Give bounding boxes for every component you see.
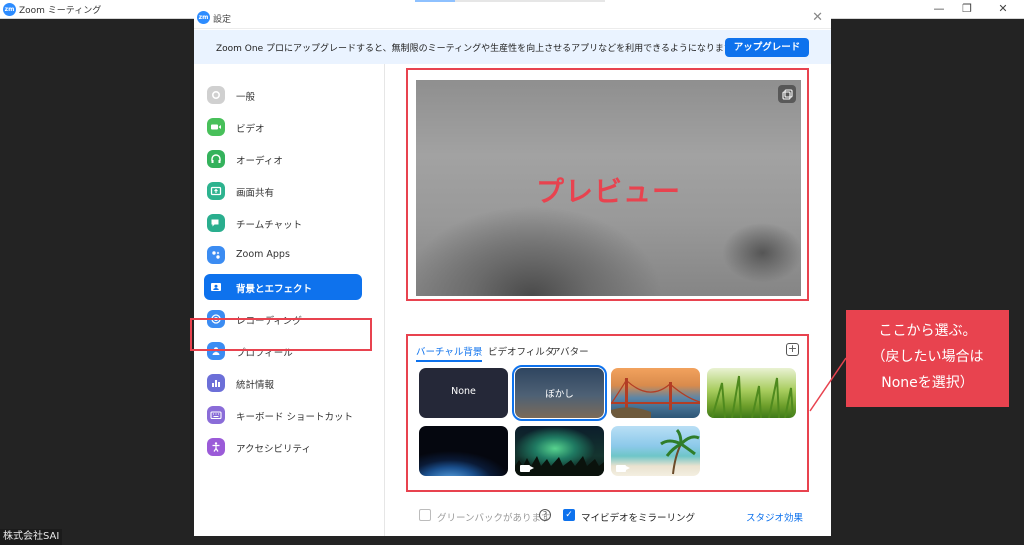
background-effects-panel: プレビュー バーチャル背景 ビデオフィルタ アバター + None ぼかし グリ…: [386, 64, 831, 536]
sidebar-item-label: キーボード ショートカット: [236, 412, 354, 423]
background-thumb-label: ぼかし: [545, 389, 574, 400]
video-icon: [207, 118, 225, 136]
titlebar-accent: [415, 0, 455, 2]
upgrade-banner: Zoom One プロにアップグレードすると、無制限のミーティングや生産性を向上…: [194, 30, 831, 64]
sidebar-item-label: アクセシビリティ: [236, 444, 311, 455]
background-thumb-aurora[interactable]: [515, 426, 604, 476]
sidebar-item-statistics[interactable]: 統計情報: [204, 370, 362, 396]
dialog-close-icon[interactable]: ✕: [812, 10, 823, 25]
annotation-callout: ここから選ぶ。 （戻したい場合は Noneを選択）: [846, 310, 1009, 407]
keyboard-icon: [207, 406, 225, 424]
background-thumb-label: None: [451, 386, 476, 397]
share-screen-icon: [207, 182, 225, 200]
sidebar-item-label: オーディオ: [236, 156, 283, 167]
sidebar-item-zoom-apps[interactable]: Zoom Apps: [204, 242, 362, 268]
annotation-highlight-backgrounds: バーチャル背景 ビデオフィルタ アバター + None ぼかし: [406, 334, 809, 492]
green-screen-label: グリーンバックがあります: [437, 513, 551, 524]
sidebar-item-label: ビデオ: [236, 124, 265, 135]
sidebar-item-label: 統計情報: [236, 380, 275, 391]
help-icon[interactable]: ?: [539, 509, 551, 521]
background-icon: [207, 278, 225, 296]
sidebar-item-label: チームチャット: [236, 220, 303, 231]
tab-video-filters[interactable]: ビデオフィルタ: [488, 344, 554, 358]
background-thumb-blur[interactable]: ぼかし: [512, 365, 607, 421]
annotation-highlight-sidebar: [190, 318, 372, 351]
zoom-logo-icon: zm: [197, 11, 210, 24]
sidebar-item-share-screen[interactable]: 画面共有: [204, 178, 362, 204]
video-background-icon: [520, 465, 534, 472]
background-thumb-none[interactable]: None: [419, 368, 508, 418]
sidebar-item-label: 一般: [236, 92, 256, 103]
annotation-callout-text: ここから選ぶ。 （戻したい場合は Noneを選択）: [871, 323, 984, 391]
upgrade-banner-text: Zoom One プロにアップグレードすると、無制限のミーティングや生産性を向上…: [216, 44, 742, 54]
close-icon[interactable]: ✕: [996, 2, 1010, 16]
settings-sidebar: 一般 ビデオ オーディオ 画面共有 チームチャット Zoom Apps 背景とエ…: [190, 64, 385, 536]
background-thumb-grass[interactable]: [707, 368, 796, 418]
mirror-video-checkbox[interactable]: ✓: [563, 509, 575, 521]
mirror-video-label: マイビデオをミラーリング: [581, 513, 696, 524]
tab-avatars[interactable]: アバター: [551, 344, 589, 358]
bridge-image: [611, 378, 700, 418]
sidebar-item-label: 画面共有: [236, 188, 275, 199]
grass-image: [711, 375, 794, 418]
sidebar-item-background-effects[interactable]: 背景とエフェクト: [204, 274, 362, 300]
video-background-icon: [616, 465, 630, 472]
annotation-highlight-preview: プレビュー: [406, 68, 809, 301]
stats-icon: [207, 374, 225, 392]
sidebar-item-video[interactable]: ビデオ: [204, 114, 362, 140]
sidebar-item-accessibility[interactable]: アクセシビリティ: [204, 434, 362, 460]
dialog-title: 設定: [213, 15, 232, 25]
add-background-icon[interactable]: +: [786, 343, 799, 356]
minimize-icon[interactable]: —: [932, 2, 946, 16]
app-title: Zoom ミーティング: [19, 6, 102, 16]
dialog-titlebar: zm 設定 ✕: [194, 7, 831, 29]
titlebar-accent-light: [455, 0, 605, 2]
background-thumb-earth[interactable]: [419, 426, 508, 476]
sidebar-item-team-chat[interactable]: チームチャット: [204, 210, 362, 236]
headphones-icon: [207, 150, 225, 168]
zoom-logo-icon: zm: [3, 3, 16, 16]
studio-effects-link[interactable]: スタジオ効果: [746, 510, 803, 524]
apps-icon: [207, 246, 225, 264]
chat-icon: [207, 214, 225, 232]
sidebar-item-audio[interactable]: オーディオ: [204, 146, 362, 172]
settings-dialog: zm 設定 ✕ Zoom One プロにアップグレードすると、無制限のミーティン…: [190, 7, 831, 536]
video-preview: プレビュー: [416, 80, 801, 296]
accessibility-icon: [207, 438, 225, 456]
green-screen-checkbox[interactable]: [419, 509, 431, 521]
copy-icon[interactable]: [778, 85, 796, 103]
participant-name-label: 株式会社SAI: [0, 529, 63, 545]
background-thumb-beach[interactable]: [611, 426, 700, 476]
sidebar-item-keyboard-shortcuts[interactable]: キーボード ショートカット: [204, 402, 362, 428]
upgrade-button[interactable]: アップグレード: [725, 38, 809, 57]
tab-virtual-background[interactable]: バーチャル背景: [416, 344, 483, 362]
preview-annotation-label: プレビュー: [535, 175, 681, 208]
sidebar-item-label: 背景とエフェクト: [236, 284, 313, 295]
sidebar-item-general[interactable]: 一般: [204, 82, 362, 108]
sidebar-item-label: Zoom Apps: [236, 249, 290, 260]
background-thumb-golden-gate[interactable]: [611, 368, 700, 418]
gear-icon: [207, 86, 225, 104]
restore-icon[interactable]: ❐: [960, 2, 974, 16]
